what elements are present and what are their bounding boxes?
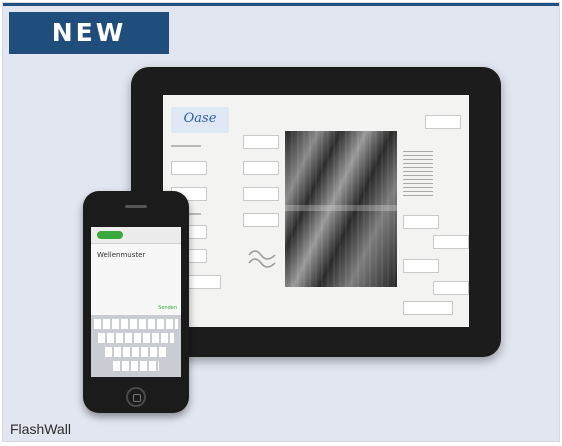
screen-control [243,213,279,227]
product-caption: FlashWall [10,421,71,437]
new-badge: NEW [9,12,169,54]
phone-screen: Wellenmuster Senden [91,227,181,377]
sms-send-label: Senden [158,305,177,311]
phone-keyboard [91,315,181,377]
sms-message: Wellenmuster [97,251,146,259]
keyboard-row [113,361,159,371]
keyboard-row [105,347,167,357]
keyboard-row [98,333,174,343]
screen-control [403,301,453,315]
phone-device-image: Wellenmuster Senden [83,191,189,413]
screen-control [243,187,279,201]
brand-logo-icon: Oase [171,107,229,133]
info-text-block [403,151,433,197]
home-button-icon [126,387,146,407]
screen-label [171,145,201,147]
screen-control [243,161,279,175]
keyboard-row [94,319,178,329]
wave-icon [248,250,276,268]
screen-control [243,135,279,149]
phone-speaker [125,205,147,208]
screen-control [425,115,461,129]
screen-control [403,215,439,229]
sms-contact-pill [97,231,123,239]
screen-control [171,161,207,175]
tablet-screen: Oase [163,95,469,327]
screen-control [403,259,439,273]
screen-control [433,235,469,249]
top-rule [3,3,559,6]
image-preview [285,131,397,287]
sms-header [91,227,181,244]
screen-control [433,281,469,295]
product-card: NEW Oase Wellenmuster Senden FlashWall [2,2,560,442]
